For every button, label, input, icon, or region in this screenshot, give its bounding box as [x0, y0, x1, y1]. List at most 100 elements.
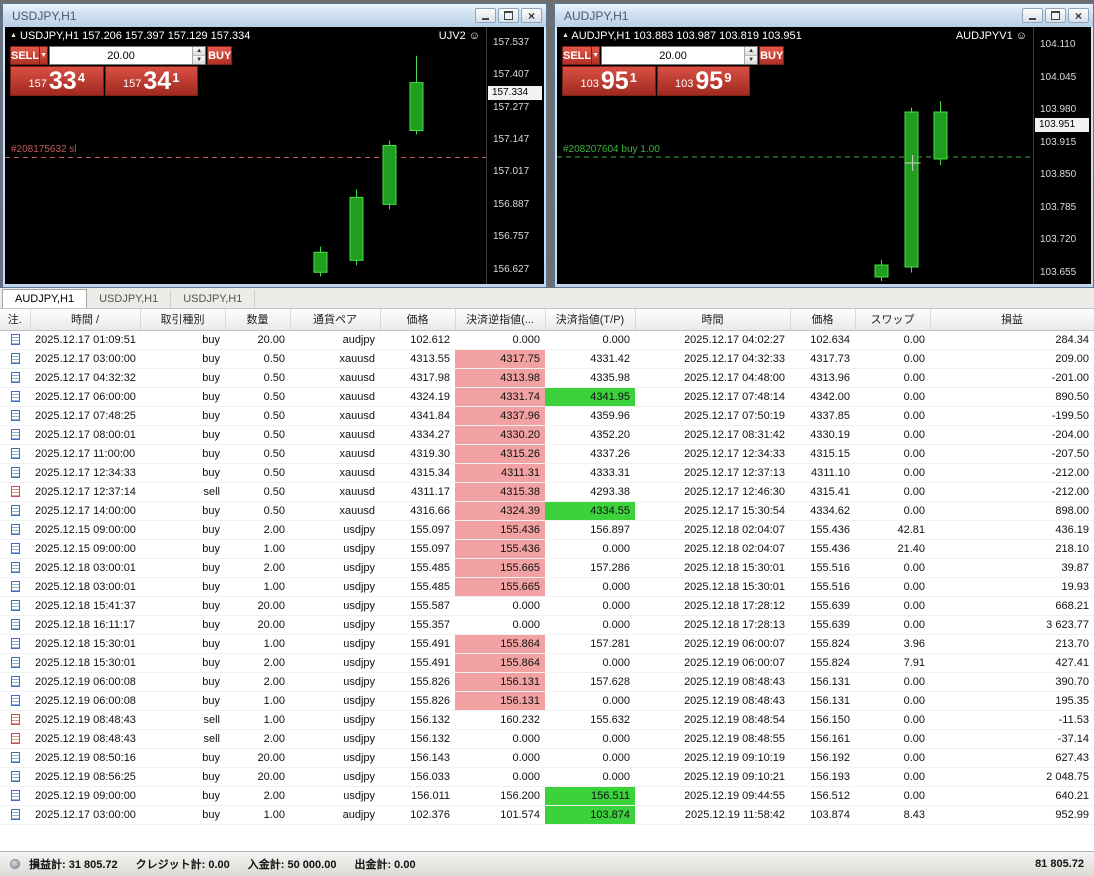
sell-button[interactable]: SELL	[562, 46, 593, 65]
minimize-button[interactable]	[475, 8, 496, 23]
column-header-open_price[interactable]: 価格	[380, 309, 456, 331]
column-header-close_price[interactable]: 価格	[790, 309, 856, 331]
column-header-open_time[interactable]: 時間 /	[30, 309, 141, 331]
window-title: AUDJPY,H1	[564, 8, 629, 23]
volume-down-button[interactable]: ▼	[745, 56, 758, 64]
chart-canvas-audjpy[interactable]: ▲ AUDJPY,H1 103.883 103.987 103.819 103.…	[557, 27, 1091, 284]
window-tab-0[interactable]: AUDJPY,H1	[2, 289, 88, 308]
table-row[interactable]: 2025.12.18 03:00:01 buy 1.00 usdjpy 155.485 1…	[0, 577, 1094, 597]
cell-tp: 156.897	[545, 520, 635, 540]
volume-down-button[interactable]: ▼	[193, 56, 206, 64]
column-header-swap[interactable]: スワップ	[855, 309, 931, 331]
table-row[interactable]: 2025.12.17 12:34:33 buy 0.50 xauusd 4315.34 4…	[0, 463, 1094, 483]
buy-button[interactable]: BUY	[207, 46, 233, 65]
table-row[interactable]: 2025.12.15 09:00:00 buy 1.00 usdjpy 155.097 1…	[0, 539, 1094, 559]
cell-close-price: 155.639	[790, 615, 855, 635]
table-row[interactable]: 2025.12.19 08:48:43 sell 2.00 usdjpy 156.132…	[0, 729, 1094, 749]
ea-name: AUDJPYV1	[955, 30, 1013, 42]
table-row[interactable]: 2025.12.18 15:30:01 buy 2.00 usdjpy 155.491 1…	[0, 653, 1094, 673]
volume-dropdown-icon[interactable]: ▼	[40, 46, 49, 65]
table-row[interactable]: 2025.12.19 09:00:00 buy 2.00 usdjpy 156.011 1…	[0, 786, 1094, 806]
table-row[interactable]: 2025.12.17 03:00:00 buy 1.00 audjpy 102.376 1…	[0, 805, 1094, 825]
column-header-note[interactable]: 注.	[0, 309, 31, 331]
volume-input[interactable]	[50, 47, 193, 64]
history-table: 注. 時間 / 取引種別 数量 通貨ペア 価格 決済逆指値(... 決済指値(T/P) 時間 価格…	[0, 309, 1094, 825]
cell-close-price: 156.512	[790, 786, 855, 806]
cell-volume: 2.00	[225, 653, 290, 673]
cell-close-time: 2025.12.19 08:48:43	[635, 691, 790, 711]
cell-swap: 0.00	[855, 729, 930, 749]
cell-open-time: 2025.12.18 03:00:01	[30, 558, 140, 578]
table-row[interactable]: 2025.12.17 07:48:25 buy 0.50 xauusd 4341.84 4…	[0, 406, 1094, 426]
order-doc-icon	[10, 676, 20, 688]
window-tab-1[interactable]: USDJPY,H1	[87, 290, 172, 308]
volume-dropdown-icon[interactable]: ▼	[592, 46, 601, 65]
history-table-body: 2025.12.17 01:09:51 buy 20.00 audjpy 102.612…	[0, 330, 1094, 825]
table-row[interactable]: 2025.12.17 14:00:00 buy 0.50 xauusd 4316.66 4…	[0, 501, 1094, 521]
buy-price-pips: 95	[695, 67, 724, 95]
sell-button[interactable]: SELL	[10, 46, 41, 65]
cell-tp: 155.632	[545, 710, 635, 730]
cell-symbol: xauusd	[290, 444, 380, 464]
window-titlebar-audjpy[interactable]: AUDJPY,H1 ×	[555, 4, 1093, 27]
column-header-symbol[interactable]: 通貨ペア	[290, 309, 381, 331]
table-row[interactable]: 2025.12.18 16:11:17 buy 20.00 usdjpy 155.357…	[0, 615, 1094, 635]
cell-open-time: 2025.12.17 07:48:25	[30, 406, 140, 426]
table-row[interactable]: 2025.12.17 12:37:14 sell 0.50 xauusd 4311.17…	[0, 482, 1094, 502]
table-row[interactable]: 2025.12.17 11:00:00 buy 0.50 xauusd 4319.30 4…	[0, 444, 1094, 464]
volume-up-button[interactable]: ▲	[193, 47, 206, 56]
window-tab-2[interactable]: USDJPY,H1	[171, 290, 256, 308]
table-row[interactable]: 2025.12.19 08:56:25 buy 20.00 usdjpy 156.033…	[0, 767, 1094, 787]
chart-shift-icon: ▲	[562, 32, 569, 39]
table-row[interactable]: 2025.12.19 06:00:08 buy 1.00 usdjpy 155.826 1…	[0, 691, 1094, 711]
sell-quote[interactable]: 103 95 1	[562, 66, 656, 96]
table-row[interactable]: 2025.12.17 04:32:32 buy 0.50 xauusd 4317.98 4…	[0, 368, 1094, 388]
volume-input[interactable]	[602, 47, 745, 64]
column-header-close_time[interactable]: 時間	[635, 309, 791, 331]
cell-volume: 0.50	[225, 406, 290, 426]
price-axis-label: 103.915	[1040, 136, 1077, 148]
table-row[interactable]: 2025.12.19 06:00:08 buy 2.00 usdjpy 155.826 1…	[0, 672, 1094, 692]
chart-canvas-usdjpy[interactable]: ▲ USDJPY,H1 157.206 157.397 157.129 157.…	[5, 27, 544, 284]
buy-button[interactable]: BUY	[759, 46, 785, 65]
volume-spinner: ▲ ▼	[192, 47, 206, 64]
table-row[interactable]: 2025.12.17 06:00:00 buy 0.50 xauusd 4324.19 4…	[0, 387, 1094, 407]
table-row[interactable]: 2025.12.18 15:41:37 buy 20.00 usdjpy 155.587…	[0, 596, 1094, 616]
cell-profit: 39.87	[930, 558, 1094, 578]
minimize-button[interactable]	[1022, 8, 1043, 23]
status-bar: 損益計: 31 805.72 クレジット計: 0.00 入金計: 50 000.00…	[0, 851, 1094, 876]
close-button[interactable]: ×	[1068, 8, 1089, 23]
cell-open-time: 2025.12.17 14:00:00	[30, 501, 140, 521]
order-icon-cell	[0, 444, 30, 464]
cell-type: sell	[140, 710, 225, 730]
cell-sl: 155.665	[455, 558, 545, 578]
column-header-volume[interactable]: 数量	[225, 309, 291, 331]
table-row[interactable]: 2025.12.18 15:30:01 buy 1.00 usdjpy 155.491 1…	[0, 634, 1094, 654]
cell-close-time: 2025.12.17 04:32:33	[635, 349, 790, 369]
buy-quote[interactable]: 157 34 1	[104, 66, 198, 96]
order-doc-icon	[10, 714, 20, 726]
column-header-sl[interactable]: 決済逆指値(...	[455, 309, 546, 331]
table-row[interactable]: 2025.12.15 09:00:00 buy 2.00 usdjpy 155.097 1…	[0, 520, 1094, 540]
table-row[interactable]: 2025.12.17 03:00:00 buy 0.50 xauusd 4313.55 4…	[0, 349, 1094, 369]
column-header-profit[interactable]: 損益	[930, 309, 1094, 331]
cell-volume: 20.00	[225, 748, 290, 768]
volume-up-button[interactable]: ▲	[745, 47, 758, 56]
table-row[interactable]: 2025.12.18 03:00:01 buy 2.00 usdjpy 155.485 1…	[0, 558, 1094, 578]
sell-quote[interactable]: 157 33 4	[10, 66, 104, 96]
table-row[interactable]: 2025.12.19 08:50:16 buy 20.00 usdjpy 156.143…	[0, 748, 1094, 768]
cell-profit: -212.00	[930, 482, 1094, 502]
table-row[interactable]: 2025.12.19 08:48:43 sell 1.00 usdjpy 156.132…	[0, 710, 1094, 730]
restore-button[interactable]	[1045, 8, 1066, 23]
close-button[interactable]: ×	[521, 8, 542, 23]
restore-button[interactable]	[498, 8, 519, 23]
price-axis-label: 157.017	[493, 166, 530, 178]
column-header-type[interactable]: 取引種別	[140, 309, 226, 331]
table-row[interactable]: 2025.12.17 01:09:51 buy 20.00 audjpy 102.612…	[0, 330, 1094, 350]
charts-area: USDJPY,H1 × ▲ USDJPY,H1 157.206 157.397 …	[0, 0, 1094, 288]
column-header-tp[interactable]: 決済指値(T/P)	[545, 309, 636, 331]
buy-quote[interactable]: 103 95 9	[656, 66, 750, 96]
cell-type: buy	[140, 539, 225, 559]
window-titlebar-usdjpy[interactable]: USDJPY,H1 ×	[3, 4, 546, 27]
table-row[interactable]: 2025.12.17 08:00:01 buy 0.50 xauusd 4334.27 4…	[0, 425, 1094, 445]
